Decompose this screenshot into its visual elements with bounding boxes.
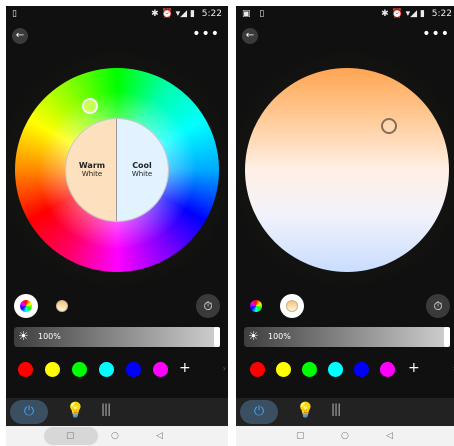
warm-white-option[interactable]: Warm White	[66, 119, 117, 221]
white-bulb-icon	[286, 300, 298, 312]
status-bar: ▯ ✱ ⏰ ▾◢ ▮ 5:22	[6, 6, 228, 22]
sun-icon: ☀	[248, 329, 259, 343]
swatch-red[interactable]	[250, 362, 265, 377]
chevron-right-icon[interactable]: ›	[223, 364, 226, 373]
rainbow-icon	[250, 300, 262, 312]
top-bar: ← •••	[6, 24, 228, 48]
white-mode-button[interactable]	[50, 294, 74, 318]
bottom-navigation: ⏻ 💡 |||	[6, 398, 228, 426]
mode-selector: ⏱	[6, 294, 228, 320]
timer-button[interactable]: ⏱	[426, 294, 450, 318]
brightness-value: 100%	[38, 332, 61, 341]
timer-button[interactable]: ⏱	[196, 294, 220, 318]
swatch-green[interactable]	[302, 362, 317, 377]
swatch-yellow[interactable]	[45, 362, 60, 377]
music-wave-icon[interactable]: |||	[331, 402, 341, 416]
cool-white-option[interactable]: Cool White	[117, 119, 168, 221]
cool-white-label: Cool White	[116, 161, 168, 179]
clock: 5:22	[201, 9, 222, 19]
color-mode-button[interactable]	[244, 294, 268, 318]
bulb-icon[interactable]: 💡	[296, 401, 315, 419]
brightness-slider[interactable]: ☀ 100%	[244, 327, 450, 347]
swatch-cyan[interactable]	[328, 362, 343, 377]
status-icons: ✱ ⏰ ▾◢ ▮	[381, 9, 425, 19]
swatch-cyan[interactable]	[99, 362, 114, 377]
status-icons: ✱ ⏰ ▾◢ ▮	[151, 9, 195, 19]
brightness-value: 100%	[268, 332, 291, 341]
swatch-blue[interactable]	[354, 362, 369, 377]
swatch-yellow[interactable]	[276, 362, 291, 377]
add-color-button[interactable]: +	[408, 360, 420, 376]
android-navigation-bar: ▢ ○ ◁	[6, 426, 228, 446]
back-button[interactable]: ←	[242, 28, 258, 44]
bulb-icon[interactable]: 💡	[66, 401, 85, 419]
mode-selector: ⏱	[236, 294, 454, 320]
brightness-slider-thumb[interactable]	[444, 327, 450, 347]
screen-color-mode: ▯ ✱ ⏰ ▾◢ ▮ 5:22 ← ••• Warm White Cool Wh…	[6, 6, 228, 446]
cool-subtitle: White	[131, 170, 153, 178]
color-swatches: + ›	[6, 360, 228, 382]
power-button[interactable]: ⏻	[10, 400, 48, 424]
rainbow-icon	[20, 300, 32, 312]
brightness-slider[interactable]: ☀ 100%	[14, 327, 220, 347]
temperature-picker-handle[interactable]	[381, 118, 397, 134]
cool-title: Cool	[132, 161, 152, 170]
more-options-button[interactable]: •••	[192, 26, 220, 42]
brightness-slider-thumb[interactable]	[214, 327, 220, 347]
notification-icons: ▣ ▯	[242, 9, 268, 19]
color-picker-handle[interactable]	[82, 98, 98, 114]
swatch-red[interactable]	[18, 362, 33, 377]
color-mode-button[interactable]	[14, 294, 38, 318]
system-status-icons: ✱ ⏰ ▾◢ ▮ 5:22	[151, 9, 222, 19]
screen-white-mode: ▣ ▯ ✱ ⏰ ▾◢ ▮ 5:22 ← ••• ⏱ ☀ 100% + ›	[236, 6, 454, 446]
swatch-magenta[interactable]	[380, 362, 395, 377]
notification-icons: ▯	[12, 9, 20, 19]
swatch-green[interactable]	[72, 362, 87, 377]
swatch-blue[interactable]	[126, 362, 141, 377]
add-color-button[interactable]: +	[179, 360, 191, 376]
bottom-navigation: ⏻ 💡 |||	[236, 398, 454, 426]
system-status-icons: ✱ ⏰ ▾◢ ▮ 5:22	[381, 9, 452, 19]
sun-icon: ☀	[18, 329, 29, 343]
home-button[interactable]: ○	[341, 431, 349, 441]
swatch-magenta[interactable]	[153, 362, 168, 377]
system-back-button[interactable]: ◁	[156, 431, 163, 441]
color-swatches: + ›	[236, 360, 454, 382]
warm-subtitle: White	[81, 170, 103, 178]
status-bar: ▣ ▯ ✱ ⏰ ▾◢ ▮ 5:22	[236, 6, 454, 22]
music-wave-icon[interactable]: |||	[101, 402, 111, 416]
power-button[interactable]: ⏻	[240, 400, 278, 424]
white-temperature-selector[interactable]: Warm White Cool White	[65, 118, 169, 222]
home-button[interactable]: ○	[111, 431, 119, 441]
top-bar: ← •••	[236, 24, 454, 48]
white-mode-button[interactable]	[280, 294, 304, 318]
recents-button[interactable]: ▢	[296, 431, 305, 441]
more-options-button[interactable]: •••	[422, 26, 450, 42]
android-navigation-bar: ▢ ○ ◁	[236, 426, 454, 446]
white-bulb-icon	[56, 300, 68, 312]
warm-white-label: Warm White	[66, 161, 118, 179]
clock: 5:22	[431, 9, 452, 19]
system-back-button[interactable]: ◁	[386, 431, 393, 441]
recents-button[interactable]: ▢	[66, 431, 75, 441]
white-temperature-wheel[interactable]	[245, 68, 449, 272]
back-button[interactable]: ←	[12, 28, 28, 44]
warm-title: Warm	[78, 161, 106, 170]
